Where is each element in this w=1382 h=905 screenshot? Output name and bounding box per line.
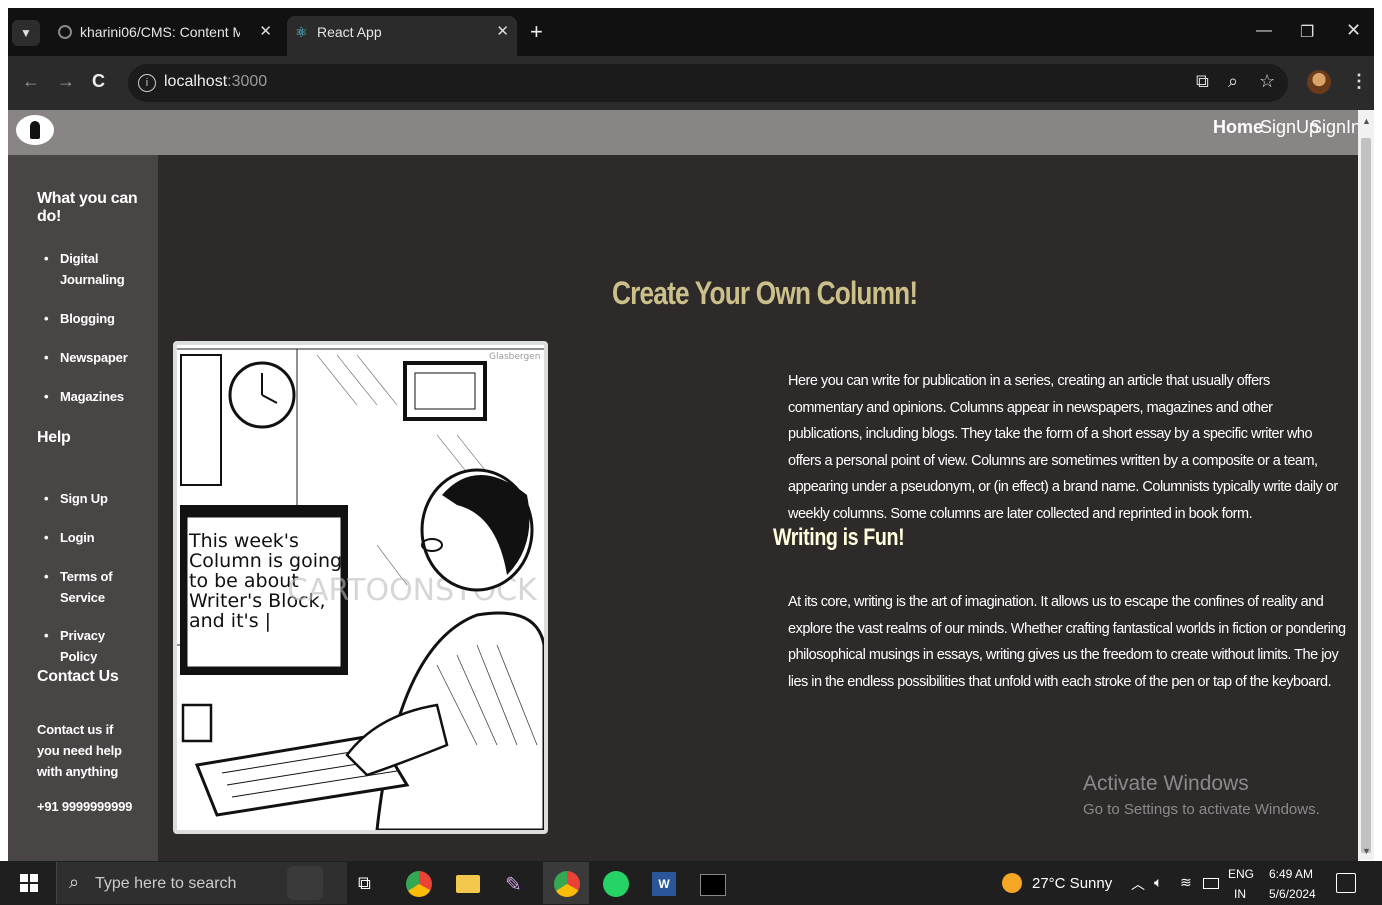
sidebar-item-newspaper[interactable]: Newspaper	[44, 347, 140, 368]
cartoon-drawing: This week's Column is going to be about …	[177, 348, 544, 830]
language-line2[interactable]: IN	[1234, 887, 1246, 901]
screen-text-line-3: to be about	[189, 570, 299, 592]
wifi-icon[interactable]: ≋	[1180, 874, 1192, 891]
sidebar-item-terms[interactable]: Terms of Service	[44, 566, 140, 608]
restore-icon[interactable]: ❐	[1300, 22, 1314, 42]
back-icon[interactable]: ←	[22, 71, 40, 92]
tab-title: kharini06/CMS: Content Manag	[80, 24, 240, 40]
search-placeholder: Type here to search	[95, 875, 237, 892]
close-icon[interactable]: ✕	[259, 22, 272, 40]
camera-icon[interactable]	[287, 866, 323, 900]
forward-icon[interactable]: →	[57, 71, 75, 92]
language-line1[interactable]: ENG	[1228, 867, 1254, 881]
speaker-icon[interactable]: 🔈︎	[1154, 874, 1162, 891]
sidebar-heading-contact: Contact Us	[37, 668, 119, 685]
url-text: localhost:3000	[164, 73, 268, 90]
word-icon[interactable]: W	[652, 872, 676, 896]
chevron-up-icon[interactable]: ︿	[1131, 874, 1145, 894]
intro-paragraph: Here you can write for publication in a …	[788, 373, 1338, 522]
menu-icon[interactable]: ⋮	[1350, 71, 1368, 92]
contact-phone: +91 9999999999	[37, 799, 133, 814]
cartoon-image: This week's Column is going to be about …	[173, 341, 548, 834]
minimize-icon[interactable]: —	[1256, 22, 1272, 40]
weather-icon	[1002, 873, 1022, 893]
sidebar: What you can do! Digital Journaling Blog…	[8, 155, 158, 861]
star-icon[interactable]: ☆	[1259, 71, 1275, 92]
sidebar-heading-help: Help	[37, 429, 71, 446]
sidebar-item-blogging[interactable]: Blogging	[44, 308, 140, 329]
file-explorer-icon[interactable]	[456, 875, 480, 893]
sidebar-heading-what: What you can do!	[37, 190, 138, 225]
new-tab-button[interactable]: +	[530, 19, 543, 45]
section-heading: Writing is Fun!	[773, 524, 905, 551]
artist-signature: Glasbergen	[489, 352, 540, 362]
tab-title: React App	[317, 24, 382, 40]
github-icon	[58, 25, 72, 39]
app-navbar	[8, 110, 1358, 155]
contact-text: Contact us if you need help with anythin…	[37, 722, 122, 779]
notification-icon[interactable]	[1336, 873, 1356, 893]
clock-date[interactable]: 5/6/2024	[1269, 887, 1316, 901]
chrome-profile-icon[interactable]	[554, 871, 580, 897]
site-info-icon[interactable]: i	[138, 74, 156, 92]
tab-github[interactable]: kharini06/CMS: Content Manag ✕	[50, 16, 280, 48]
page-title: Create Your Own Column!	[612, 275, 918, 311]
windows-start-icon[interactable]	[20, 874, 38, 892]
activate-windows-subtitle: Go to Settings to activate Windows.	[1083, 801, 1320, 818]
pen-logo-icon[interactable]	[16, 115, 54, 145]
nav-signin-link[interactable]: SignIn	[1310, 117, 1361, 138]
activate-windows-title: Activate Windows	[1083, 772, 1249, 795]
writing-paragraph: At its core, writing is the art of imagi…	[788, 594, 1346, 690]
profile-avatar[interactable]	[1307, 70, 1331, 94]
close-window-icon[interactable]: ✕	[1346, 20, 1361, 41]
tab-react-app[interactable]: ⚛ React App ✕	[287, 16, 517, 56]
sidebar-item-sign-up[interactable]: Sign Up	[44, 488, 140, 509]
close-icon[interactable]: ✕	[496, 22, 509, 40]
task-view-icon[interactable]: ⧉	[358, 873, 371, 894]
sidebar-item-login[interactable]: Login	[44, 527, 140, 548]
scroll-up-icon[interactable]: ▲	[1362, 116, 1371, 126]
tab-search-button[interactable]: ▼	[12, 20, 40, 46]
weather-text[interactable]: 27°C Sunny	[1032, 875, 1112, 892]
search-icon: ⌕	[69, 872, 80, 892]
nav-home-link[interactable]: Home	[1213, 117, 1263, 138]
scroll-down-icon[interactable]: ▼	[1362, 846, 1371, 856]
scrollbar-thumb[interactable]	[1361, 138, 1371, 853]
terminal-icon[interactable]	[700, 874, 726, 896]
battery-icon[interactable]	[1203, 878, 1219, 889]
sidebar-item-digital-journaling[interactable]: Digital Journaling	[44, 248, 140, 290]
sidebar-item-magazines[interactable]: Magazines	[44, 386, 140, 407]
screen-text-line-2: Column is going	[189, 550, 342, 572]
chrome-icon[interactable]	[406, 871, 432, 897]
sidebar-item-privacy[interactable]: Privacy Policy	[44, 625, 140, 667]
screen-text-line-1: This week's	[188, 530, 299, 552]
react-icon: ⚛	[295, 24, 308, 40]
page-scrollbar[interactable]: ▲ ▼	[1358, 110, 1374, 860]
taskbar-search[interactable]: ⌕ Type here to search	[56, 862, 347, 904]
paint-icon[interactable]: ✎	[505, 872, 522, 897]
zoom-icon[interactable]: ⌕	[1228, 71, 1238, 92]
install-app-icon[interactable]: ⧉	[1196, 71, 1209, 92]
reload-icon[interactable]: C	[92, 71, 105, 92]
url-field[interactable]: i localhost:3000	[128, 64, 1288, 102]
whatsapp-icon[interactable]	[603, 871, 629, 897]
screen-text-line-5: and it's |	[189, 610, 271, 632]
clock-time[interactable]: 6:49 AM	[1269, 867, 1313, 881]
